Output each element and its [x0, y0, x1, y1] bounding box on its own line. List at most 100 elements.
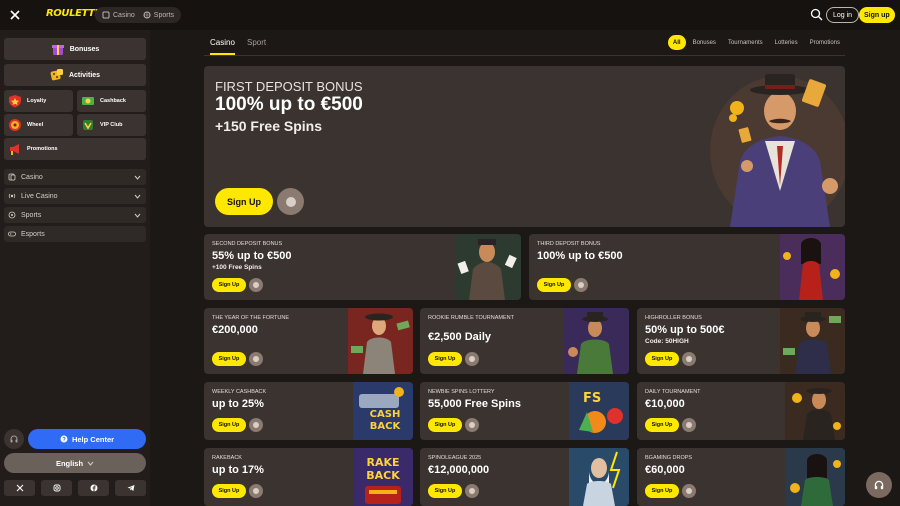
filter-tournaments[interactable]: Tournaments	[723, 35, 768, 50]
info-icon	[686, 356, 692, 362]
sidebar-item-label: VIP Club	[100, 122, 123, 128]
cashback-art-line2: BACK	[370, 421, 402, 432]
promo-card[interactable]: SECOND DEPOSIT BONUS 55% up to €500 +100…	[204, 234, 521, 300]
social-x[interactable]	[4, 480, 35, 496]
content-tabs: Casino Sport All Bonuses Tournaments Lot…	[204, 30, 845, 56]
sidebar-item-cashback[interactable]: Cashback	[77, 90, 146, 112]
rookie-gangster-illustration	[564, 308, 629, 374]
card-signup-button[interactable]: Sign Up	[537, 278, 571, 292]
card-info-button[interactable]	[249, 484, 263, 498]
sidebar-item-promotions[interactable]: Promotions	[4, 138, 146, 160]
card-subtitle: DAILY TOURNAMENT	[645, 389, 701, 395]
promo-card[interactable]: ROOKIE RUMBLE TOURNAMENT €2,500 Daily Si…	[420, 308, 629, 374]
shield-icon	[9, 95, 21, 108]
promo-card[interactable]: THE YEAR OF THE FORTUNE €200,000 Sign Up	[204, 308, 413, 374]
sidebar-nav-label: Esports	[21, 230, 45, 238]
casino-icon	[102, 11, 110, 19]
top-nav: Casino Sports	[95, 7, 182, 23]
promo-card[interactable]: DAILY TOURNAMENT €10,000 Sign Up	[637, 382, 845, 440]
card-signup-button[interactable]: Sign Up	[212, 484, 246, 498]
card-title: 55% up to €500	[212, 250, 292, 262]
card-info-button[interactable]	[682, 484, 696, 498]
card-subtitle: BGAMING DROPS	[645, 455, 693, 461]
card-info-button[interactable]	[249, 352, 263, 366]
info-icon	[253, 488, 259, 494]
social-facebook[interactable]	[78, 480, 109, 496]
social-instagram[interactable]	[41, 480, 72, 496]
sidebar-item-label: Cashback	[100, 98, 126, 104]
tab-casino[interactable]: Casino	[210, 38, 235, 55]
sports-icon	[143, 11, 151, 19]
card-info-button[interactable]	[249, 278, 263, 292]
sidebar-nav-casino[interactable]: Casino	[4, 169, 146, 185]
search-icon[interactable]	[810, 8, 823, 21]
top-nav-sports[interactable]: Sports	[139, 8, 178, 22]
sidebar-item-activities[interactable]: Activities	[4, 64, 146, 86]
card-info-button[interactable]	[465, 418, 479, 432]
gangster-illustration	[710, 74, 845, 227]
card-subtitle: THE YEAR OF THE FORTUNE	[212, 315, 290, 321]
card-info-button[interactable]	[682, 418, 696, 432]
card-signup-button[interactable]: Sign Up	[212, 418, 246, 432]
card-signup-button[interactable]: Sign Up	[428, 352, 462, 366]
promo-card[interactable]: RAKEBACK up to 17% Sign Up RAKE BACK	[204, 448, 413, 506]
fruit-spins-illustration: FS	[569, 382, 629, 440]
zeus-illustration	[569, 448, 629, 506]
card-signup-button[interactable]: Sign Up	[645, 484, 679, 498]
sidebar-nav-esports[interactable]: Esports	[4, 226, 146, 242]
card-signup-button[interactable]: Sign Up	[645, 418, 679, 432]
card-info-button[interactable]	[465, 352, 479, 366]
card-signup-button[interactable]: Sign Up	[428, 418, 462, 432]
card-info-button[interactable]	[682, 352, 696, 366]
cashback-art-line1: CASH	[370, 409, 401, 420]
signup-button[interactable]: Sign up	[859, 7, 895, 23]
card-signup-button[interactable]: Sign Up	[212, 278, 246, 292]
card-info-button[interactable]	[249, 418, 263, 432]
card-signup-button[interactable]: Sign Up	[428, 484, 462, 498]
info-icon	[253, 422, 259, 428]
sidebar-item-label: Promotions	[27, 146, 58, 152]
login-button[interactable]: Log in	[826, 7, 860, 23]
hero-signup-button[interactable]: Sign Up	[215, 188, 273, 215]
promo-card[interactable]: HIGHROLLER BONUS 50% up to 500€ Code: 50…	[637, 308, 845, 374]
filter-lotteries[interactable]: Lotteries	[770, 35, 803, 50]
top-nav-casino[interactable]: Casino	[98, 8, 139, 22]
filter-all[interactable]: All	[667, 35, 686, 50]
sidebar-item-wheel[interactable]: Wheel	[4, 114, 73, 136]
card-signup-button[interactable]: Sign Up	[212, 352, 246, 366]
card-subtitle: THIRD DEPOSIT BONUS	[537, 241, 601, 247]
sidebar-item-loyalty[interactable]: Loyalty	[4, 90, 73, 112]
chevron-down-icon	[87, 461, 94, 466]
hero-info-button[interactable]	[277, 188, 304, 215]
gift-icon	[51, 45, 64, 55]
megaphone-icon	[10, 144, 19, 155]
promo-card[interactable]: BGAMING DROPS €60,000 Sign Up	[637, 448, 845, 506]
language-label: English	[55, 458, 84, 468]
tab-sport[interactable]: Sport	[247, 38, 266, 47]
sidebar-nav-label: Live Casino	[21, 192, 58, 200]
sidebar-item-bonuses[interactable]: Bonuses	[4, 38, 146, 60]
bgaming-drops-illustration	[785, 448, 845, 506]
sidebar-nav-sports[interactable]: Sports	[4, 207, 146, 223]
filter-promotions[interactable]: Promotions	[805, 35, 845, 50]
daily-tournament-illustration	[785, 382, 845, 440]
sidebar-nav-label: Casino	[21, 173, 43, 181]
floating-support-button[interactable]	[866, 472, 892, 498]
card-signup-button[interactable]: Sign Up	[645, 352, 679, 366]
sidebar-nav-live-casino[interactable]: Live Casino	[4, 188, 146, 204]
close-icon[interactable]	[8, 8, 22, 22]
sidebar-item-vip-club[interactable]: VIP Club	[77, 114, 146, 136]
promo-card[interactable]: WEEKLY CASHBACK up to 25% Sign Up CASH BA…	[204, 382, 413, 440]
social-telegram[interactable]	[115, 480, 146, 496]
support-button[interactable]	[4, 429, 24, 449]
card-subtitle: SPINOLEAGUE 2025	[428, 455, 482, 461]
card-info-button[interactable]	[465, 484, 479, 498]
filter-bonuses[interactable]: Bonuses	[688, 35, 721, 50]
help-center-button[interactable]: Help Center	[28, 429, 146, 449]
facebook-icon	[90, 484, 97, 492]
promo-card[interactable]: THIRD DEPOSIT BONUS 100% up to €500 Sign…	[529, 234, 845, 300]
card-info-button[interactable]	[574, 278, 588, 292]
language-selector[interactable]: English	[4, 453, 146, 473]
promo-card[interactable]: SPINOLEAGUE 2025 €12,000,000 Sign Up	[420, 448, 629, 506]
promo-card[interactable]: NEWBIE SPINS LOTTERY 55,000 Free Spins S…	[420, 382, 629, 440]
